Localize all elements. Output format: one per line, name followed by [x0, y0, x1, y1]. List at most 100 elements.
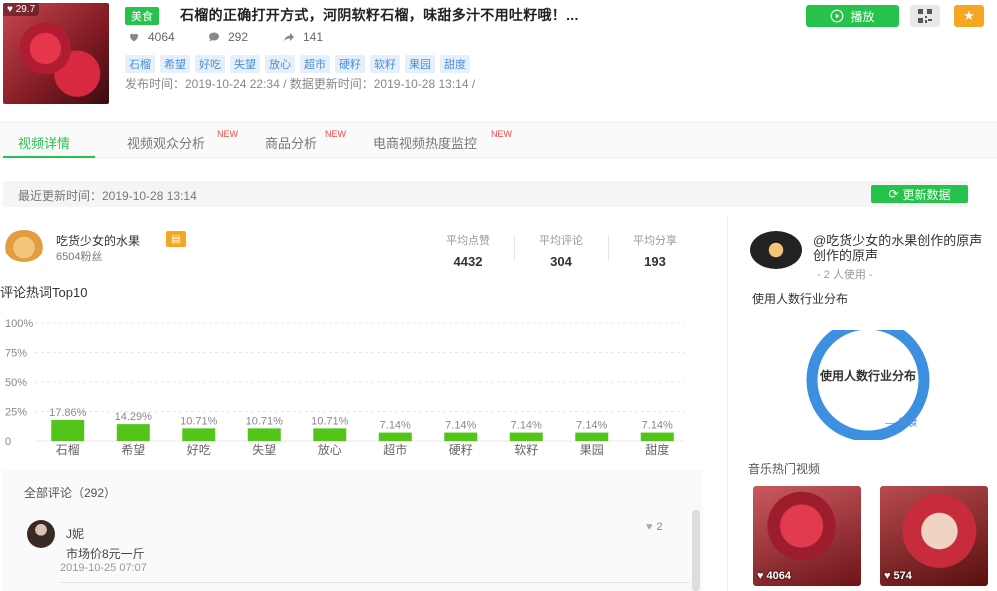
author-avatar[interactable] — [4, 230, 44, 262]
x-tick-label: 放心 — [318, 442, 342, 457]
x-tick-label: 果园 — [580, 443, 604, 457]
tab-product-analysis[interactable]: 商品分析 NEW — [265, 129, 346, 152]
share-icon — [284, 33, 294, 42]
comments-header: 全部评论（292） — [24, 486, 117, 500]
author-card-icon[interactable]: ▤ — [166, 231, 186, 247]
comment-like: ♥ 2 — [646, 521, 663, 533]
qrcode-button[interactable] — [910, 5, 940, 27]
video-like-count: ♥ 574 — [884, 570, 912, 582]
comment-divider — [60, 582, 690, 583]
bar[interactable] — [182, 428, 216, 441]
tag-chip[interactable]: 石榴 — [125, 55, 155, 73]
y-tick-label: 100% — [5, 318, 33, 330]
bar-value-label: 7.14% — [445, 420, 476, 432]
comment-text: 市场价8元一斤 — [66, 547, 145, 561]
heart-icon: ♥ — [757, 570, 764, 582]
bar[interactable] — [51, 419, 85, 441]
bar[interactable] — [640, 432, 674, 441]
x-tick-label: 软籽 — [514, 443, 538, 457]
x-tick-label: 甜度 — [645, 442, 669, 457]
new-badge: NEW — [217, 129, 238, 139]
tab-video-detail[interactable]: 视频详情 — [18, 133, 70, 152]
bar[interactable] — [575, 432, 609, 441]
industry-donut-chart — [806, 330, 930, 440]
comment-stat: 292 — [208, 30, 248, 44]
share-stat: 141 — [283, 30, 323, 44]
refresh-icon: ⟳ — [888, 187, 899, 201]
bar-value-label: 10.71% — [180, 415, 218, 427]
tag-chip[interactable]: 硬籽 — [335, 55, 365, 73]
music-name[interactable]: @吃货少女的水果创作的原声 创作的原声 — [813, 233, 997, 263]
avg-comments: 平均评论 304 — [539, 235, 583, 269]
bar-value-label: 10.71% — [246, 415, 284, 427]
tag-list: 石榴 希望 好吃 失望 放心 超市 硬籽 软籽 果园 甜度 — [125, 55, 470, 73]
qrcode-icon — [918, 9, 932, 23]
play-button[interactable]: 播放 — [806, 5, 899, 27]
bar[interactable] — [116, 424, 150, 441]
bar-value-label: 7.14% — [642, 420, 673, 432]
x-tick-label: 硬籽 — [449, 443, 473, 457]
donut-legend: — 美食 — [885, 418, 918, 429]
heart-icon: ♥ — [884, 570, 891, 582]
tag-chip[interactable]: 失望 — [230, 55, 260, 73]
author-fans: 6504粉丝 — [56, 251, 103, 263]
refresh-data-button[interactable]: ⟳ 更新数据 — [871, 185, 968, 203]
favorite-button[interactable]: ★ — [954, 5, 984, 27]
like-stat: 4064 — [128, 30, 175, 44]
thumbnail-like-count: ♥ 29.7 — [3, 3, 40, 16]
y-tick-label: 75% — [5, 348, 27, 360]
tab-audience-analysis[interactable]: 视频观众分析 NEW — [127, 129, 238, 152]
star-icon: ★ — [963, 8, 975, 23]
bar-value-label: 7.14% — [576, 420, 607, 432]
divider — [514, 236, 515, 260]
tag-chip[interactable]: 放心 — [265, 55, 295, 73]
y-tick-label: 25% — [5, 407, 27, 419]
commenter-name: J妮 — [66, 527, 85, 541]
hot-video-card[interactable]: ♥ 4064 — [753, 486, 861, 586]
tab-heat-monitor[interactable]: 电商视频热度监控 NEW — [373, 129, 512, 152]
bar[interactable] — [509, 432, 543, 441]
x-tick-label: 希望 — [121, 442, 145, 457]
last-update-time: 最近更新时间：2019-10-28 13:14 — [18, 189, 197, 203]
chart-title: 评论热词Top10 — [0, 285, 88, 300]
bar[interactable] — [313, 428, 347, 441]
bar[interactable] — [378, 432, 412, 441]
x-tick-label: 失望 — [252, 442, 276, 457]
video-title: 石榴的正确打开方式，河阴软籽石榴，味甜多汁不用吐籽哦！... — [180, 7, 579, 23]
bar-value-label: 10.71% — [311, 415, 349, 427]
tag-chip[interactable]: 超市 — [300, 55, 330, 73]
tag-chip[interactable]: 甜度 — [440, 55, 470, 73]
new-badge: NEW — [325, 129, 346, 139]
x-tick-label: 好吃 — [187, 443, 211, 457]
commenter-avatar[interactable] — [27, 520, 55, 548]
donut-center-label: 使用人数行业分布 — [819, 369, 916, 383]
tag-chip[interactable]: 果园 — [405, 55, 435, 73]
category-badge: 美食 — [125, 7, 159, 25]
avg-likes: 平均点赞 4432 — [446, 235, 490, 269]
new-badge: NEW — [491, 129, 512, 139]
tag-chip[interactable]: 软籽 — [370, 55, 400, 73]
video-thumbnail[interactable]: ♥ 29.7 — [3, 3, 109, 104]
industry-title: 使用人数行业分布 — [752, 292, 849, 306]
bar[interactable] — [247, 428, 281, 441]
tab-bar: 视频详情 视频观众分析 NEW 商品分析 NEW 电商视频热度监控 NEW — [0, 122, 997, 158]
bar[interactable] — [444, 432, 478, 441]
heart-icon — [130, 33, 138, 42]
bar-value-label: 7.14% — [380, 420, 411, 432]
tag-chip[interactable]: 好吃 — [195, 55, 225, 73]
active-tab-indicator — [3, 156, 95, 158]
x-tick-label: 石榴 — [56, 443, 80, 457]
comment-time: 2019-10-25 07:07 — [60, 562, 147, 574]
hot-video-card[interactable]: ♥ 574 — [880, 486, 988, 586]
bar-value-label: 17.86% — [49, 407, 87, 419]
comments-scrollbar[interactable] — [692, 510, 700, 591]
panel-divider — [727, 215, 728, 591]
play-icon — [831, 9, 844, 23]
music-user-count: - 2 人使用 - — [817, 269, 873, 281]
tag-chip[interactable]: 希望 — [160, 55, 190, 73]
y-tick-label: 0 — [5, 436, 11, 448]
author-name[interactable]: 吃货少女的水果 — [56, 232, 140, 249]
divider — [608, 236, 609, 260]
comment-keyword-chart: 100% 75% 50% 25% 0 17.86% 石榴 14.29% 希望 10.71% 好吃 10… — [5, 318, 685, 457]
hot-videos-title: 音乐热门视频 — [748, 462, 821, 476]
